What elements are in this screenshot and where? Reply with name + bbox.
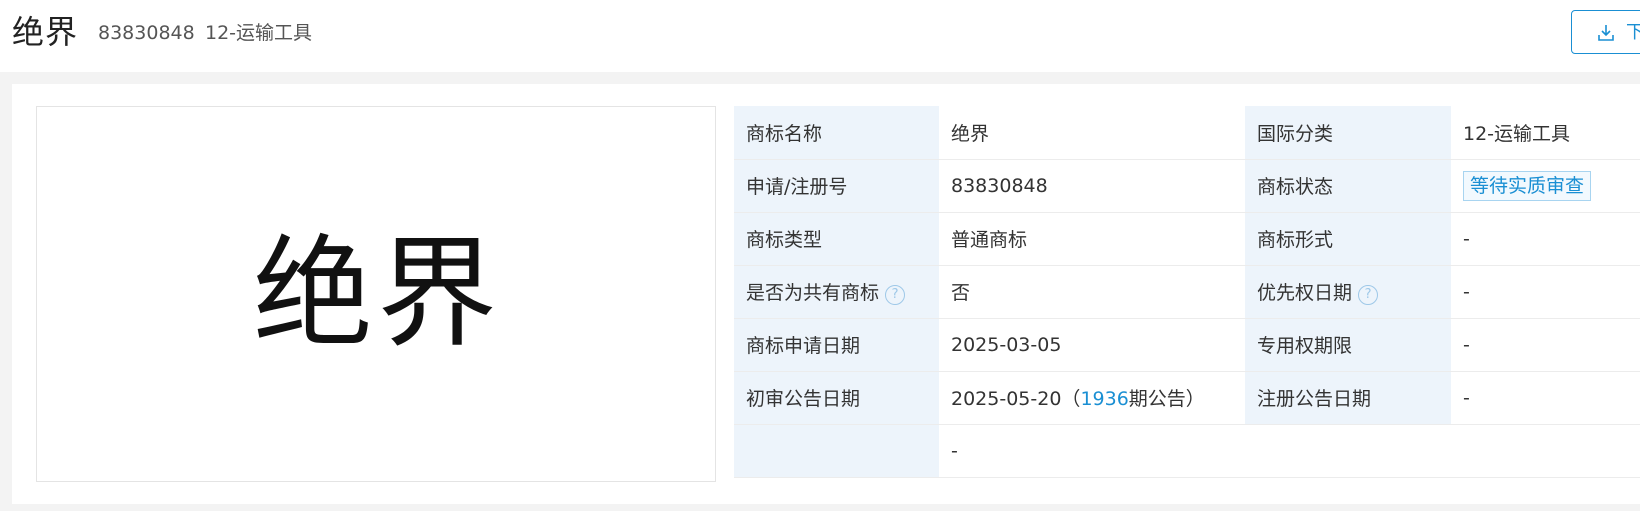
reg-pub-value: - bbox=[1451, 371, 1640, 425]
apply-date-value: 2025-03-05 bbox=[939, 318, 1245, 372]
help-icon[interactable]: ? bbox=[885, 285, 906, 305]
trademark-info-table: 商标名称 绝界 国际分类 12-运输工具 申请/注册号 83830848 商标状… bbox=[734, 106, 1640, 478]
empty-cell bbox=[1451, 424, 1640, 478]
priority-label-cell: 优先权日期? bbox=[1245, 265, 1451, 319]
table-row: 商标类型 普通商标 商标形式 - bbox=[734, 212, 1640, 266]
download-icon bbox=[1598, 25, 1614, 41]
form-value: - bbox=[1451, 212, 1640, 266]
blurred-label bbox=[734, 424, 939, 478]
name-label: 商标名称 bbox=[734, 106, 939, 160]
trademark-image-text: 绝界 bbox=[253, 225, 501, 364]
table-row: 申请/注册号 83830848 商标状态 等待实质审查 bbox=[734, 159, 1640, 213]
reg-pub-label: 注册公告日期 bbox=[1245, 371, 1451, 425]
table-row: 商标名称 绝界 国际分类 12-运输工具 bbox=[734, 106, 1640, 160]
download-button[interactable]: 下 bbox=[1571, 10, 1640, 54]
shared-label: 是否为共有商标 bbox=[746, 282, 880, 304]
trademark-image: 绝界 bbox=[36, 106, 716, 482]
table-row: 是否为共有商标? 否 优先权日期? - bbox=[734, 265, 1640, 319]
prelim-date-value: 2025-05-20 bbox=[951, 388, 1062, 410]
priority-label: 优先权日期 bbox=[1257, 282, 1353, 304]
detail-panel: 绝界 商标名称 绝界 国际分类 12-运输工具 申请/注册号 83830848 … bbox=[12, 84, 1640, 504]
priority-value: - bbox=[1451, 265, 1640, 319]
name-value: 绝界 bbox=[939, 106, 1245, 160]
prelim-issue-suffix: 期公告） bbox=[1128, 388, 1205, 410]
download-label: 下 bbox=[1626, 22, 1640, 43]
status-label: 商标状态 bbox=[1245, 159, 1451, 213]
type-value: 普通商标 bbox=[939, 212, 1245, 266]
status-badge: 等待实质审查 bbox=[1463, 170, 1592, 201]
page-title: 绝界 bbox=[12, 13, 79, 51]
prelim-open-paren: （ bbox=[1061, 388, 1081, 410]
reg-no-label: 申请/注册号 bbox=[734, 159, 939, 213]
apply-date-label: 商标申请日期 bbox=[734, 318, 939, 372]
prelim-date-label: 初审公告日期 bbox=[734, 371, 939, 425]
prelim-date-cell: 2025-05-20（1936期公告） bbox=[939, 371, 1245, 425]
form-label: 商标形式 bbox=[1245, 212, 1451, 266]
intl-class-value: 12-运输工具 bbox=[1451, 106, 1640, 160]
help-icon[interactable]: ? bbox=[1358, 285, 1379, 305]
shared-label-cell: 是否为共有商标? bbox=[734, 265, 939, 319]
last-row-value: - bbox=[939, 424, 1245, 478]
class-text: 12-运输工具 bbox=[205, 22, 313, 44]
shared-value: 否 bbox=[939, 265, 1245, 319]
empty-cell bbox=[1245, 424, 1451, 478]
exclusive-period-value: - bbox=[1451, 318, 1640, 372]
status-cell: 等待实质审查 bbox=[1451, 159, 1640, 213]
registration-number: 83830848 bbox=[98, 22, 195, 44]
reg-no-value: 83830848 bbox=[939, 159, 1245, 213]
table-row: 初审公告日期 2025-05-20（1936期公告） 注册公告日期 - bbox=[734, 371, 1640, 425]
table-row: - bbox=[734, 424, 1640, 478]
table-row: 商标申请日期 2025-03-05 专用权期限 - bbox=[734, 318, 1640, 372]
intl-class-label: 国际分类 bbox=[1245, 106, 1451, 160]
announcement-issue-link[interactable]: 1936 bbox=[1080, 388, 1128, 410]
page-header: 绝界 83830848 12-运输工具 下 bbox=[0, 0, 1640, 72]
type-label: 商标类型 bbox=[734, 212, 939, 266]
exclusive-period-label: 专用权期限 bbox=[1245, 318, 1451, 372]
